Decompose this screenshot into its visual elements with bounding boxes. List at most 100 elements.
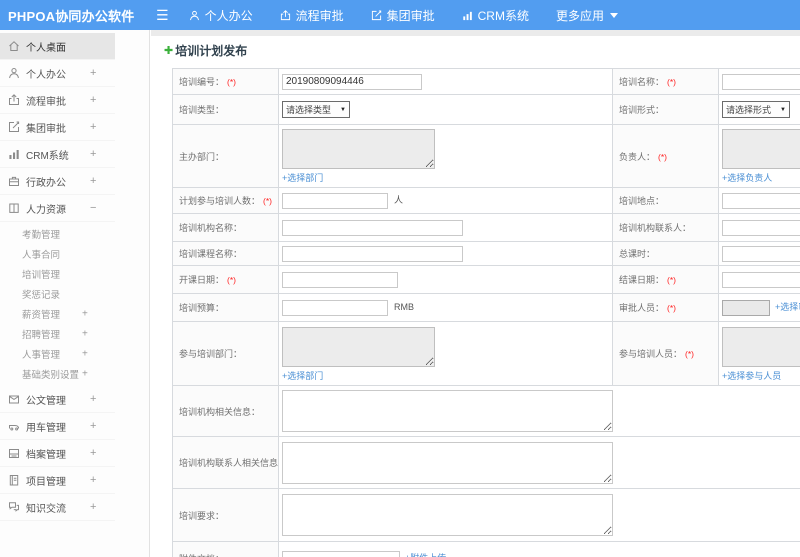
topnav-item-group-approval[interactable]: 集团审批 [371, 7, 435, 24]
sidebar-item-personal-desktop[interactable]: 个人桌面 [0, 33, 115, 60]
chat-icon [8, 501, 20, 513]
approver-label: 审批人员： [619, 303, 665, 313]
select-dept-link[interactable]: +选择部门 [282, 369, 323, 382]
total-hours-label: 总课时： [619, 249, 656, 259]
sidebar-item-vehicle-mgmt[interactable]: 用车管理 + [0, 413, 115, 440]
join-people-textarea[interactable] [722, 326, 800, 367]
main-content: ✚ 培训计划发布 培训编号：(*) 培训名称：(*) 培训类型： 请选择类型 ▼… [151, 30, 800, 557]
expand-plus-icon[interactable]: + [90, 447, 96, 459]
select-approver-link[interactable]: +选择审批人员 [775, 302, 800, 312]
expand-plus-icon[interactable]: + [82, 329, 88, 340]
sidebar-item-knowledge-exchange[interactable]: 知识交流 + [0, 494, 115, 521]
expand-plus-icon[interactable]: + [90, 67, 96, 79]
form-row: 参与培训部门： +选择部门 参与培训人员： (*) +选择参与人员 [172, 321, 800, 386]
expand-plus-icon[interactable]: + [90, 175, 96, 187]
leader-textarea[interactable] [722, 129, 800, 169]
topnav-item-crm-system[interactable]: CRM系统 [462, 7, 529, 24]
select-leader-link[interactable]: +选择负责人 [722, 171, 772, 184]
form-row: 培训编号：(*) 培训名称：(*) [172, 68, 800, 95]
collapse-minus-icon[interactable]: − [90, 202, 96, 214]
training-type-select[interactable]: 请选择类型 ▼ [282, 101, 350, 118]
start-date-input[interactable] [282, 271, 398, 288]
topnav-item-personal-office[interactable]: 个人办公 [189, 7, 253, 24]
org-name-input[interactable] [282, 219, 463, 236]
org-contact-info-textarea[interactable] [282, 441, 613, 484]
sidebar-subitem-hr-contract[interactable]: 人事合同 [0, 244, 149, 264]
org-contact-input[interactable] [722, 219, 800, 236]
notebook-icon [8, 474, 20, 486]
course-name-input[interactable] [282, 245, 463, 262]
edit-square-icon [371, 9, 382, 21]
required-mark: (*) [667, 275, 676, 285]
org-contact-label: 培训机构联系人： [619, 223, 692, 233]
expand-plus-icon[interactable]: + [82, 349, 88, 360]
total-hours-input[interactable] [722, 245, 800, 262]
planned-count-input[interactable] [282, 192, 388, 209]
attachment-input[interactable] [282, 550, 400, 557]
sidebar-subitem-recruitment[interactable]: 招聘管理 + [0, 324, 149, 344]
join-dept-textarea[interactable] [282, 326, 435, 367]
user-icon [189, 10, 200, 21]
expand-plus-icon[interactable]: + [90, 94, 96, 106]
expand-plus-icon[interactable]: + [90, 474, 96, 486]
org-info-textarea[interactable] [282, 390, 613, 432]
sidebar-item-crm-system[interactable]: CRM系统 + [0, 141, 115, 168]
end-date-input[interactable] [722, 271, 800, 288]
required-mark: (*) [227, 77, 236, 87]
sidebar-item-project-mgmt[interactable]: 项目管理 + [0, 467, 115, 494]
sidebar-item-workflow-approval[interactable]: 流程审批 + [0, 87, 115, 114]
org-name-label: 培训机构名称： [179, 223, 243, 233]
sidebar-submenu-hr: 考勤管理 人事合同 培训管理 奖惩记录 薪资管理 + 招聘管理 + 人事管理 +… [0, 222, 149, 386]
form-row: 培训课程名称： 总课时： [172, 241, 800, 266]
form-row: 培训机构联系人相关信息： [172, 436, 800, 489]
expand-plus-icon[interactable]: + [90, 420, 96, 432]
location-input[interactable] [722, 192, 800, 209]
sidebar-subitem-training[interactable]: 培训管理 [0, 264, 149, 284]
select-participants-link[interactable]: +选择参与人员 [722, 369, 781, 382]
training-form-select[interactable]: 请选择形式 ▼ [722, 101, 790, 118]
approver-input[interactable] [722, 299, 770, 316]
topnav-item-workflow-approval[interactable]: 流程审批 [280, 7, 344, 24]
join-dept-label: 参与培训部门： [179, 349, 243, 359]
requirement-textarea[interactable] [282, 494, 613, 536]
required-mark: (*) [685, 349, 694, 359]
sidebar-subitem-base-category[interactable]: 基础类别设置 + [0, 364, 149, 384]
sidebar-item-personal-office[interactable]: 个人办公 + [0, 60, 115, 87]
sidebar-item-admin-office[interactable]: 行政办公 + [0, 168, 115, 195]
start-date-label: 开课日期： [179, 275, 225, 285]
sidebar-item-archives-mgmt[interactable]: 档案管理 + [0, 440, 115, 467]
sidebar-item-official-docs[interactable]: 公文管理 + [0, 386, 115, 413]
top-nav-menu: 个人办公 流程审批 集团审批 CRM系统 更多应用 [189, 7, 645, 24]
sidebar-item-human-resources[interactable]: 人力资源 − [0, 195, 115, 222]
briefcase-icon [8, 175, 20, 187]
sidebar-item-group-approval[interactable]: 集团审批 + [0, 114, 115, 141]
training-name-input[interactable] [722, 73, 800, 90]
caret-down-icon: ▼ [780, 106, 786, 113]
form-row: 培训类型： 请选择类型 ▼ 培训形式： 请选择形式 ▼ [172, 94, 800, 125]
expand-plus-icon[interactable]: + [90, 148, 96, 160]
expand-plus-icon[interactable]: + [82, 369, 88, 380]
required-mark: (*) [263, 196, 272, 206]
select-dept-link[interactable]: +选择部门 [282, 171, 323, 184]
host-dept-textarea[interactable] [282, 129, 435, 169]
location-label: 培训地点： [619, 196, 665, 206]
budget-input[interactable] [282, 299, 388, 316]
sidebar-subitem-salary[interactable]: 薪资管理 + [0, 304, 149, 324]
hamburger-menu-icon[interactable]: ☰ [156, 0, 169, 30]
sidebar-subitem-rewards[interactable]: 奖惩记录 [0, 284, 149, 304]
form-row: 开课日期： (*) 结课日期： (*) [172, 265, 800, 294]
training-form-label: 培训形式： [619, 105, 665, 115]
attachment-upload-link[interactable]: +附件上传 [405, 553, 446, 557]
sidebar-subitem-attendance[interactable]: 考勤管理 [0, 224, 149, 244]
expand-plus-icon[interactable]: + [82, 309, 88, 320]
archive-icon [8, 447, 20, 459]
expand-plus-icon[interactable]: + [90, 393, 96, 405]
training-no-input[interactable] [282, 73, 422, 90]
topnav-item-more-apps[interactable]: 更多应用 [556, 7, 618, 24]
budget-label: 培训预算： [179, 303, 225, 313]
expand-plus-icon[interactable]: + [90, 501, 96, 513]
expand-plus-icon[interactable]: + [90, 121, 96, 133]
sidebar-subitem-personnel[interactable]: 人事管理 + [0, 344, 149, 364]
app-logo: PHPOA协同办公软件 [8, 8, 135, 24]
workflow-icon [280, 9, 291, 21]
